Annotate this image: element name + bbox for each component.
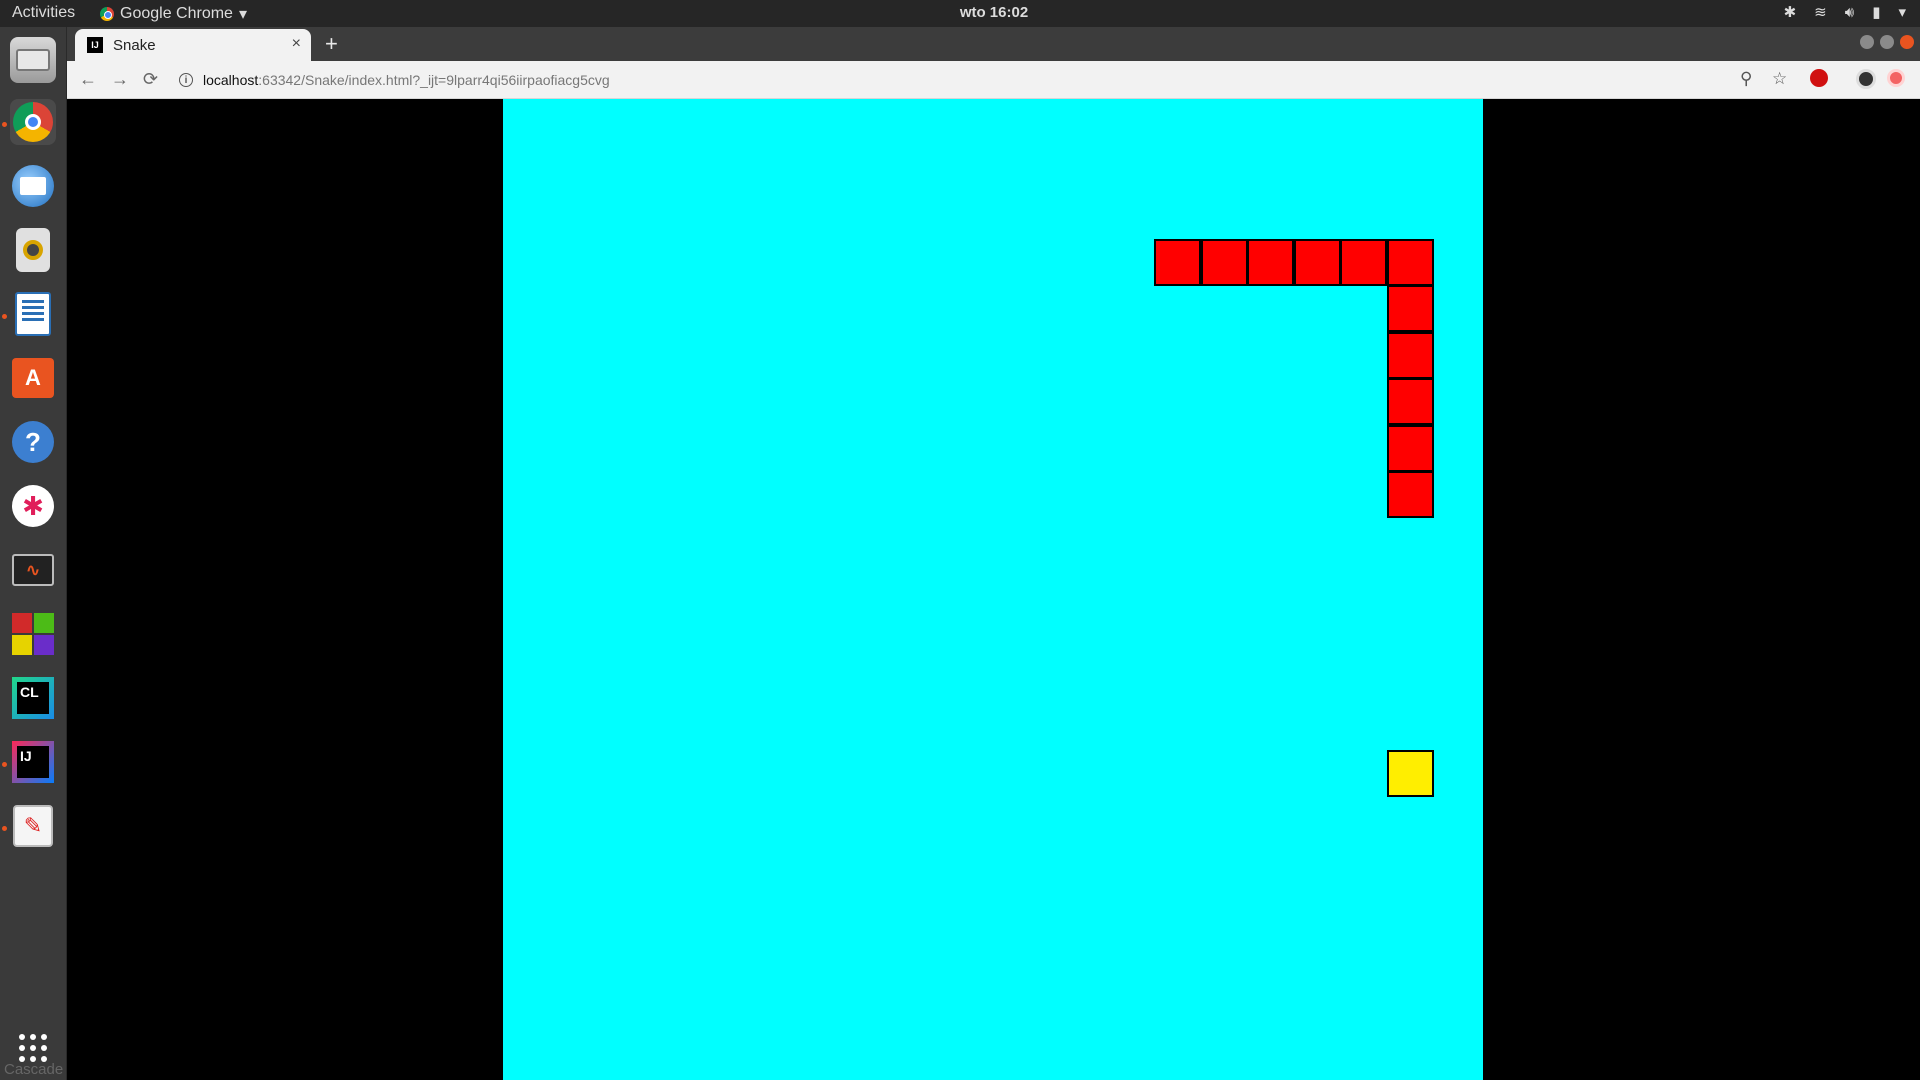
color-app-icon[interactable]	[10, 611, 56, 657]
running-indicator	[2, 826, 7, 831]
game-board[interactable]	[503, 99, 1483, 1080]
clion-label: CL	[17, 682, 49, 714]
url-host: localhost	[203, 72, 259, 88]
food-item	[1386, 750, 1434, 797]
snake-segment	[1386, 471, 1434, 518]
chrome-icon[interactable]	[10, 99, 56, 145]
browser-window: IJ Snake × + ← → ⟳ i localhost :63342/Sn…	[67, 27, 1920, 1080]
address-bar[interactable]: i localhost :63342/Snake/index.html?_ijt…	[179, 65, 1799, 95]
files-icon[interactable]	[10, 37, 56, 83]
system-tray[interactable]: ✱ ≋ 🔊︎ ▮ ▾	[1784, 3, 1906, 22]
tab-snake[interactable]: IJ Snake ×	[75, 29, 311, 61]
clock[interactable]: wto 16:02	[0, 4, 1920, 21]
back-button[interactable]: ←	[79, 69, 97, 90]
clion-icon[interactable]: CL	[10, 675, 56, 721]
snake-segment	[1293, 238, 1341, 286]
volume-icon[interactable]: 🔊︎	[1845, 4, 1854, 21]
writer-icon[interactable]	[10, 291, 56, 337]
help-label: ?	[12, 421, 54, 463]
minimize-button[interactable]	[1860, 35, 1874, 49]
extension-icon[interactable]	[1810, 69, 1828, 92]
snake-segment	[1386, 331, 1434, 379]
intellij-label: IJ	[17, 746, 49, 778]
help-icon[interactable]: ?	[10, 419, 56, 465]
apps-grid-icon	[19, 1034, 47, 1062]
running-indicator	[2, 762, 7, 767]
battery-icon[interactable]: ▮	[1872, 3, 1880, 21]
site-info-icon[interactable]: i	[179, 73, 193, 87]
maximize-button[interactable]	[1880, 35, 1894, 49]
browser-toolbar: ← → ⟳ i localhost :63342/Snake/index.htm…	[67, 61, 1920, 99]
snake-segment	[1154, 238, 1201, 286]
slack-icon[interactable]: ✱	[10, 483, 56, 529]
snake-segment	[1247, 238, 1294, 286]
update-icon[interactable]	[1887, 69, 1905, 92]
snake-segment	[1386, 378, 1434, 425]
window-controls	[1860, 35, 1914, 49]
profile-avatar-icon[interactable]	[1856, 69, 1876, 94]
thunderbird-icon[interactable]	[10, 163, 56, 209]
running-indicator	[2, 314, 7, 319]
url-path: :63342/Snake/index.html?_ijt=9lparr4qi56…	[258, 72, 610, 88]
close-window-button[interactable]	[1900, 35, 1914, 49]
software-center-icon[interactable]: A	[10, 355, 56, 401]
tab-strip: IJ Snake × +	[67, 27, 1920, 61]
cascade-label: Cascade	[4, 1061, 64, 1078]
rhythmbox-icon[interactable]	[10, 227, 56, 273]
snake-segment	[1200, 238, 1248, 286]
tab-title: Snake	[113, 36, 156, 54]
page-viewport	[67, 99, 1920, 1080]
intellij-icon[interactable]: IJ	[10, 739, 56, 785]
show-applications-button[interactable]	[10, 1033, 56, 1063]
close-tab-icon[interactable]: ×	[292, 35, 301, 53]
reload-button[interactable]: ⟳	[143, 69, 158, 90]
bookmark-star-icon[interactable]: ☆	[1772, 69, 1787, 89]
system-top-bar: Activities Google Chrome ▾ wto 16:02 ✱ ≋…	[0, 0, 1920, 27]
snake-segment	[1340, 238, 1387, 286]
forward-button[interactable]: →	[111, 69, 129, 90]
running-indicator	[2, 122, 7, 127]
zoom-icon[interactable]: ⚲	[1740, 69, 1752, 89]
gedit-icon[interactable]: ✎	[10, 803, 56, 849]
intellij-favicon-icon: IJ	[87, 37, 103, 53]
snake-segment	[1386, 424, 1434, 472]
snake-segment	[1386, 285, 1434, 332]
new-tab-button[interactable]: +	[325, 31, 338, 57]
menu-caret-icon[interactable]: ▾	[1898, 3, 1906, 21]
dock: A ? ✱ ∿ CL IJ ✎ Cascade	[0, 27, 67, 1080]
snake-segment	[1386, 238, 1434, 286]
system-monitor-icon[interactable]: ∿	[10, 547, 56, 593]
bluetooth-icon[interactable]: ✱	[1784, 3, 1797, 21]
wifi-icon[interactable]: ≋	[1814, 3, 1827, 21]
